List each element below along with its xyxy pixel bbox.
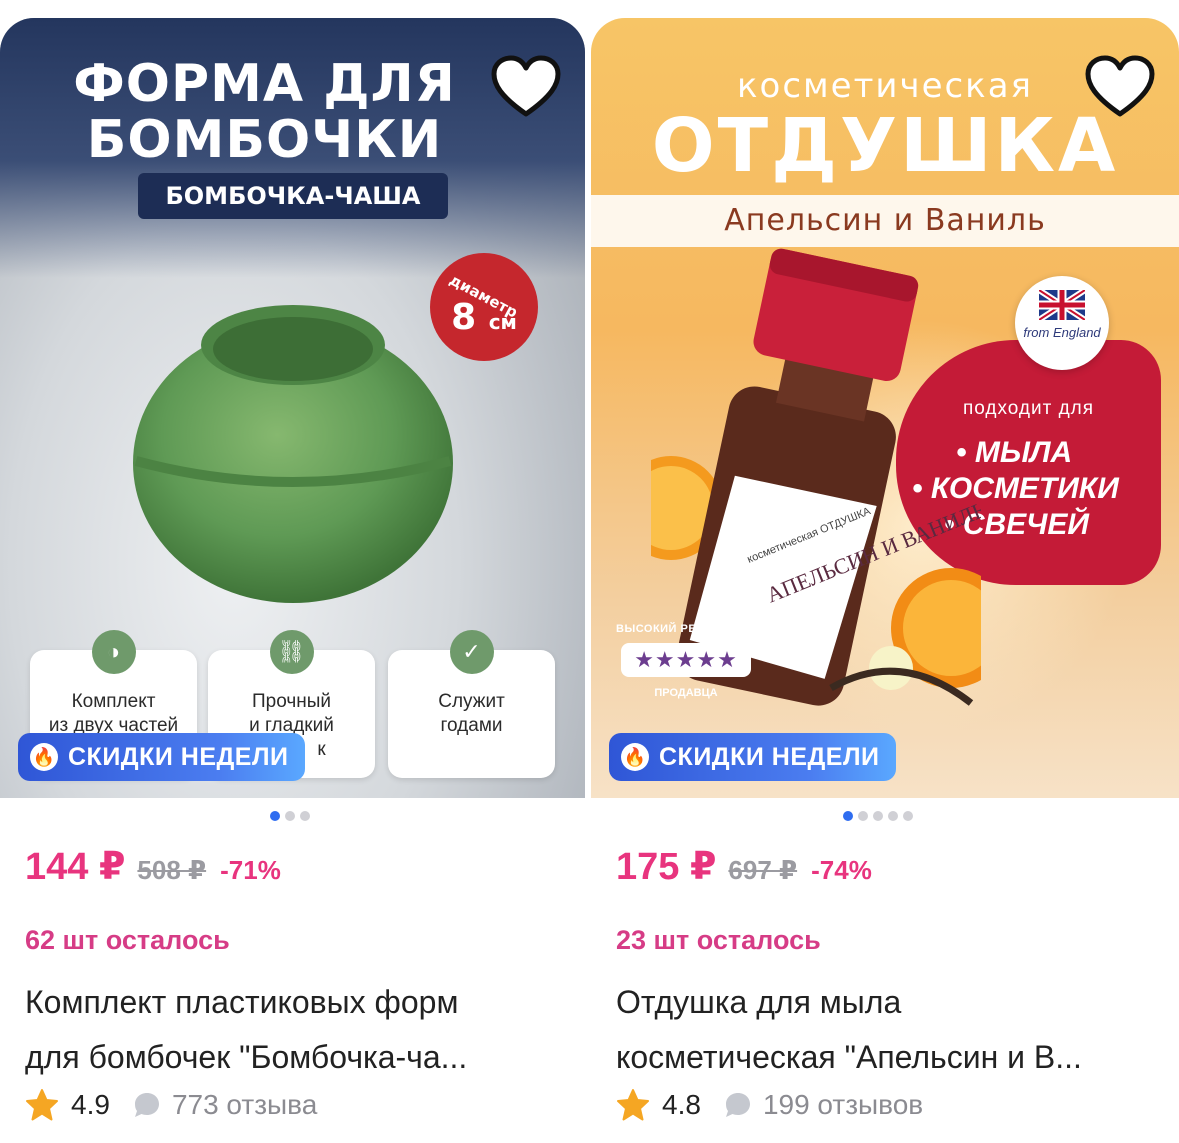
diameter-badge: диаметр 8 см — [430, 253, 538, 361]
product-card[interactable]: косметическая ОТДУШКА Апельсин и Ваниль … — [591, 18, 1179, 1143]
product-image[interactable]: ФОРМА ДЛЯ БОМБОЧКИ БОМБОЧКА-ЧАША диаметр… — [0, 18, 585, 798]
product-title-line: косметическая "Апельсин и В... — [616, 1039, 1082, 1075]
pagination-dot — [843, 811, 853, 821]
from-england-badge: from England — [1015, 276, 1109, 370]
promo-badge: 🔥 СКИДКИ НЕДЕЛИ — [609, 733, 896, 781]
pagination-dot — [903, 811, 913, 821]
seller-rating-badge: ВЫСОКИЙ РЕЙТИНГ ★★★★★ ПРОДАВЦА — [616, 623, 756, 713]
image-pagination — [843, 811, 913, 821]
comment-icon — [725, 1093, 750, 1117]
seller-rating-stars: ★★★★★ — [621, 643, 751, 677]
pagination-dot — [873, 811, 883, 821]
old-price: 508 ₽ — [137, 855, 207, 885]
pagination-dot — [285, 811, 295, 821]
current-price: 144 ₽ — [25, 846, 126, 888]
product-title-line: Отдушка для мыла — [616, 984, 902, 1020]
rating-row: 4.9 773 отзыва — [25, 1088, 317, 1122]
rating-value: 4.8 — [662, 1089, 701, 1120]
fire-icon: 🔥 — [30, 743, 58, 771]
feature-text: Прочный — [251, 691, 332, 712]
product-title-line: для бомбочек "Бомбочка-ча... — [25, 1039, 468, 1075]
pagination-dot — [858, 811, 868, 821]
fire-icon: 🔥 — [621, 743, 649, 771]
pagination-dot — [888, 811, 898, 821]
product-title[interactable]: Комплект пластиковых форм для бомбочек "… — [25, 975, 565, 1085]
image-flavor-band: Апельсин и Ваниль — [591, 195, 1179, 247]
split-parts-icon: ◑ — [91, 630, 136, 674]
stock-remaining: 23 шт осталось — [616, 925, 821, 955]
image-subtitle: БОМБОЧКА-ЧАША — [138, 173, 448, 219]
reviews-count[interactable]: 773 отзыва — [172, 1089, 317, 1121]
england-text: from England — [1023, 325, 1101, 340]
image-headline: ФОРМА ДЛЯ — [73, 54, 456, 114]
product-title-line: Комплект пластиковых форм — [25, 984, 459, 1020]
rating-row: 4.8 199 отзывов — [616, 1088, 923, 1122]
favorite-heart-icon[interactable] — [1084, 54, 1156, 120]
star-icon — [617, 1089, 649, 1121]
rating-value: 4.9 — [71, 1089, 110, 1120]
link-icon: ⛓ — [269, 630, 314, 674]
bath-bomb-mold-illustration — [133, 305, 453, 603]
favorite-heart-icon[interactable] — [490, 54, 562, 120]
comment-icon — [134, 1093, 159, 1117]
uk-flag-icon — [1039, 290, 1085, 320]
pagination-dot — [270, 811, 280, 821]
feature-text: Служит — [438, 691, 505, 712]
diameter-value: 8 см — [451, 297, 517, 338]
current-price: 175 ₽ — [616, 846, 717, 888]
product-image[interactable]: косметическая ОТДУШКА Апельсин и Ваниль … — [591, 18, 1179, 798]
image-headline: БОМБОЧКИ — [86, 110, 443, 170]
image-pagination — [270, 811, 310, 821]
feature-text: годами — [440, 715, 503, 736]
promo-label: СКИДКИ НЕДЕЛИ — [68, 743, 289, 771]
feature-text: Комплект — [71, 691, 156, 712]
discount-percent: -74% — [811, 855, 872, 885]
product-card[interactable]: ФОРМА ДЛЯ БОМБОЧКИ БОМБОЧКА-ЧАША диаметр… — [0, 18, 585, 1143]
stock-remaining: 62 шт осталось — [25, 925, 230, 955]
reviews-count[interactable]: 199 отзывов — [763, 1089, 923, 1121]
pagination-dot — [300, 811, 310, 821]
seller-rating-label: ВЫСОКИЙ РЕЙТИНГ — [616, 623, 736, 635]
promo-badge: 🔥 СКИДКИ НЕДЕЛИ — [18, 733, 305, 781]
feature-card: ✓ Служит годами — [388, 630, 555, 778]
seller-rating-label: ПРОДАВЦА — [654, 687, 718, 699]
star-icon — [26, 1089, 58, 1121]
discount-percent: -71% — [220, 855, 281, 885]
product-title[interactable]: Отдушка для мыла косметическая "Апельсин… — [616, 975, 1156, 1085]
promo-label: СКИДКИ НЕДЕЛИ — [659, 743, 880, 771]
price-row: 144 ₽ 508 ₽ -71% — [25, 844, 281, 889]
old-price: 697 ₽ — [728, 855, 798, 885]
check-badge-icon: ✓ — [449, 630, 494, 674]
price-row: 175 ₽ 697 ₽ -74% — [616, 844, 872, 889]
